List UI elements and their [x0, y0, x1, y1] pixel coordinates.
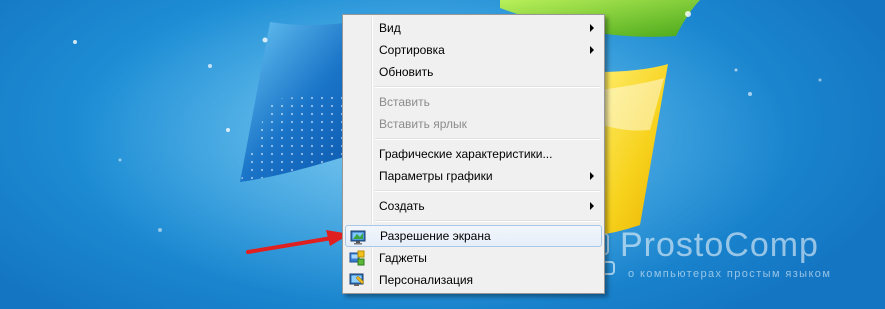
- menu-item-graphics-options[interactable]: Параметры графики: [345, 165, 602, 187]
- menu-item-label: Обновить: [379, 65, 434, 79]
- menu-item-paste: Вставить: [345, 91, 602, 113]
- menu-item-label: Создать: [379, 199, 425, 213]
- menu-item-label: Сортировка: [379, 43, 445, 57]
- menu-item-screen-resolution[interactable]: Разрешение экрана: [345, 225, 602, 247]
- red-pointer-arrow-icon: [246, 230, 350, 254]
- menu-item-label: Вставить ярлык: [379, 117, 467, 131]
- submenu-arrow-icon: [590, 46, 594, 54]
- gadgets-icon: [349, 250, 365, 266]
- menu-separator: [375, 135, 602, 143]
- menu-item-label: Вставить: [379, 95, 430, 109]
- menu-separator: [375, 217, 602, 225]
- menu-separator: [375, 83, 602, 91]
- submenu-arrow-icon: [590, 24, 594, 32]
- submenu-arrow-icon: [590, 202, 594, 210]
- menu-item-graphics-properties[interactable]: Графические характеристики...: [345, 143, 602, 165]
- menu-item-label: Разрешение экрана: [380, 229, 491, 243]
- menu-item-label: Параметры графики: [379, 169, 493, 183]
- menu-item-label: Гаджеты: [379, 251, 427, 265]
- watermark-subtitle: о компьютерах простым языком: [628, 268, 832, 280]
- watermark-title: ProstoComp: [620, 226, 819, 264]
- menu-item-label: Персонализация: [379, 273, 474, 287]
- submenu-arrow-icon: [590, 172, 594, 180]
- menu-item-refresh[interactable]: Обновить: [345, 61, 602, 83]
- menu-item-personalization[interactable]: Персонализация: [345, 269, 602, 291]
- menu-separator: [375, 187, 602, 195]
- desktop-context-menu: Вид Сортировка Обновить Вставить Вставит…: [342, 14, 605, 294]
- menu-item-view[interactable]: Вид: [345, 17, 602, 39]
- watermark: ProstoComp о компьютерах простым языком: [572, 226, 872, 288]
- menu-item-new[interactable]: Создать: [345, 195, 602, 217]
- menu-item-sort[interactable]: Сортировка: [345, 39, 602, 61]
- menu-item-label: Графические характеристики...: [379, 147, 553, 161]
- menu-item-paste-shortcut: Вставить ярлык: [345, 113, 602, 135]
- menu-item-gadgets[interactable]: Гаджеты: [345, 247, 602, 269]
- menu-item-label: Вид: [379, 21, 401, 35]
- display-icon: [350, 230, 366, 245]
- personalization-icon: [349, 273, 365, 286]
